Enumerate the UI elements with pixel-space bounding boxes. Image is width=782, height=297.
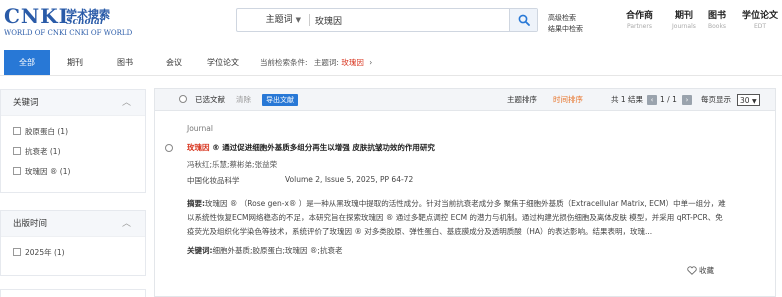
record-abstract: 摘要:玫瑰因 ® （Rose gen-x® ）是一种从黑玫瑰中提取的活性成分。针… <box>187 197 727 239</box>
tab-books[interactable]: 图书 <box>104 50 146 75</box>
nav-journals-label: 期刊 <box>674 11 693 21</box>
chevron-up-icon[interactable]: ︿ <box>122 90 131 116</box>
results-toolbar: 已选文献 清除 导出文献 主题排序 时间排序 共 1 结果 ‹ 1 / 1 › … <box>155 89 775 111</box>
chevron-down-icon: ▼ <box>295 16 301 24</box>
record-type: Journal <box>187 124 213 133</box>
chevron-down-icon: ▼ <box>751 98 757 105</box>
facet-pubtime-title: 出版时间 <box>13 219 48 229</box>
checkbox[interactable] <box>13 127 21 135</box>
search-field-select[interactable]: 主题词 ▼ <box>237 9 309 31</box>
tab-all[interactable]: 全部 <box>4 50 50 75</box>
search-input[interactable] <box>315 9 505 31</box>
record-source[interactable]: 中国化妆品科学 <box>187 175 240 186</box>
search-within-results-link[interactable]: 结果中检索 <box>548 24 583 35</box>
abstract-label: 摘要: <box>187 199 205 208</box>
facet-item[interactable]: 抗衰老 (1) <box>1 142 145 162</box>
chevron-right-icon[interactable]: › <box>369 58 372 67</box>
nav-edt-label: 学位论文 <box>742 11 779 21</box>
nav-partners-sublabel: Partners <box>627 23 652 30</box>
per-page-value: 30 <box>740 96 750 105</box>
record-select-radio[interactable] <box>165 144 173 152</box>
tab-theses[interactable]: 学位论文 <box>198 50 248 75</box>
logo-scholar-text: Scholar <box>66 17 105 27</box>
cnki-scholar-logo[interactable]: CNKI 学术搜索 Scholar WORLD OF CNKI CNKI OF … <box>4 4 136 40</box>
search-field-label: 主题词 <box>265 15 293 25</box>
facet-item-label: 玫瑰因 ® (1) <box>25 167 71 176</box>
keywords-text[interactable]: 细胞外基质;胶原蛋白;玫瑰因 ®;抗衰老 <box>213 246 343 255</box>
facet-item-label: 2025年 (1) <box>25 248 65 257</box>
nav-edt-sublabel: EDT <box>753 23 767 30</box>
clear-button[interactable]: 清除 <box>236 89 251 111</box>
search-options: 高级检索 结果中检索 <box>548 13 583 35</box>
record-volume: Volume 2, Issue 5, 2025, PP 64-72 <box>285 175 414 184</box>
sort-by-time[interactable]: 时间排序 <box>553 89 583 111</box>
advanced-search-link[interactable]: 高级检索 <box>548 13 583 24</box>
facet-item-label: 抗衰老 (1) <box>25 147 61 156</box>
tab-conferences[interactable]: 会议 <box>154 50 194 75</box>
nav-partners-label: 合作商 <box>626 11 654 21</box>
header: CNKI 学术搜索 Scholar WORLD OF CNKI CNKI OF … <box>0 0 782 44</box>
facet-item[interactable]: 2025年 (1) <box>1 243 145 263</box>
heart-icon <box>687 266 697 275</box>
nav-books-label: 图书 <box>708 11 727 21</box>
result-record: Journal 玫瑰因 ® 通过促进细胞外基质多组分再生以增强 皮肤抗皱功效的作… <box>155 111 775 297</box>
favorite-label: 收藏 <box>699 266 714 275</box>
current-search-condition: 当前检索条件: 主题词: 玫瑰因 › <box>260 50 372 75</box>
facet-item[interactable]: 玫瑰因 ® (1) <box>1 162 145 182</box>
per-page-label: 每页显示 <box>701 95 731 104</box>
results-panel: 已选文献 清除 导出文献 主题排序 时间排序 共 1 结果 ‹ 1 / 1 › … <box>154 88 776 297</box>
chevron-up-icon[interactable]: ︿ <box>122 211 131 237</box>
nav-edt[interactable]: 学位论文 EDT <box>742 8 778 30</box>
facet-keywords-header[interactable]: 关键词 ︿ <box>1 90 145 116</box>
condition-label: 当前检索条件: <box>260 58 308 67</box>
record-keywords: 关键词:细胞外基质;胶原蛋白;玫瑰因 ®;抗衰老 <box>187 245 342 256</box>
nav-books-sublabel: Books <box>708 23 727 30</box>
search-button[interactable] <box>509 9 537 31</box>
chevron-right-icon: › <box>682 95 692 105</box>
nav-books[interactable]: 图书 Books <box>708 8 726 30</box>
condition-value[interactable]: 玫瑰因 <box>341 58 364 67</box>
logo-tagline: WORLD OF CNKI CNKI OF WORLD <box>4 29 133 37</box>
checkbox[interactable] <box>13 167 21 175</box>
selected-docs-label[interactable]: 已选文献 <box>195 89 225 111</box>
prev-page-button[interactable]: ‹ <box>647 89 657 111</box>
checkbox[interactable] <box>13 147 21 155</box>
facet-keywords: 关键词 ︿ 胶原蛋白 (1) 抗衰老 (1) 玫瑰因 ® (1) <box>0 89 146 193</box>
result-count: 共 1 结果 <box>611 95 644 104</box>
sort-by-topic[interactable]: 主题排序 <box>507 89 537 111</box>
select-all[interactable] <box>179 89 187 111</box>
nav-journals[interactable]: 期刊 Journals <box>672 8 696 30</box>
abstract-text: 玫瑰因 ® （Rose gen-x® ）是一种从黑玫瑰中提取的活性成分。针对当前… <box>187 199 726 236</box>
top-nav: 合作商 Partners 期刊 Journals 图书 Books 学位论文 E… <box>626 8 782 38</box>
facet-item-label: 胶原蛋白 (1) <box>25 127 69 136</box>
record-title[interactable]: 玫瑰因 ® 通过促进细胞外基质多组分再生以增强 皮肤抗皱功效的作用研究 <box>187 142 435 153</box>
logo-main-text: CNKI <box>4 4 69 28</box>
search-divider <box>309 14 310 26</box>
next-page-button[interactable]: › <box>682 89 692 111</box>
keywords-label: 关键词: <box>187 246 213 255</box>
checkbox[interactable] <box>13 248 21 256</box>
category-tabs: 全部 期刊 图书 会议 学位论文 当前检索条件: 主题词: 玫瑰因 › <box>0 50 782 76</box>
nav-journals-sublabel: Journals <box>672 23 696 30</box>
facet-item[interactable]: 胶原蛋白 (1) <box>1 122 145 142</box>
search-box: 主题词 ▼ <box>236 8 538 32</box>
per-page-select[interactable]: 30 ▼ <box>737 89 760 111</box>
export-button[interactable]: 导出文献 <box>262 94 298 106</box>
record-title-rest: ® 通过促进细胞外基质多组分再生以增强 皮肤抗皱功效的作用研究 <box>209 143 435 152</box>
page-indicator: 1 / 1 <box>660 95 677 104</box>
facet-next <box>0 289 146 297</box>
select-all-radio[interactable] <box>179 95 187 103</box>
facet-pubtime-header[interactable]: 出版时间 ︿ <box>1 211 145 237</box>
record-title-highlight: 玫瑰因 <box>187 143 210 152</box>
record-authors[interactable]: 冯秋红;乐慧;蔡彬弟;张益荣 <box>187 159 277 170</box>
nav-partners[interactable]: 合作商 Partners <box>626 8 653 30</box>
search-icon <box>518 14 530 26</box>
favorite-button[interactable]: 收藏 <box>687 265 714 276</box>
facet-keywords-title: 关键词 <box>13 98 39 108</box>
tab-journals[interactable]: 期刊 <box>54 50 96 75</box>
facet-pubtime: 出版时间 ︿ 2025年 (1) <box>0 210 146 276</box>
condition-field: 主题词: <box>313 58 339 67</box>
chevron-left-icon: ‹ <box>647 95 657 105</box>
